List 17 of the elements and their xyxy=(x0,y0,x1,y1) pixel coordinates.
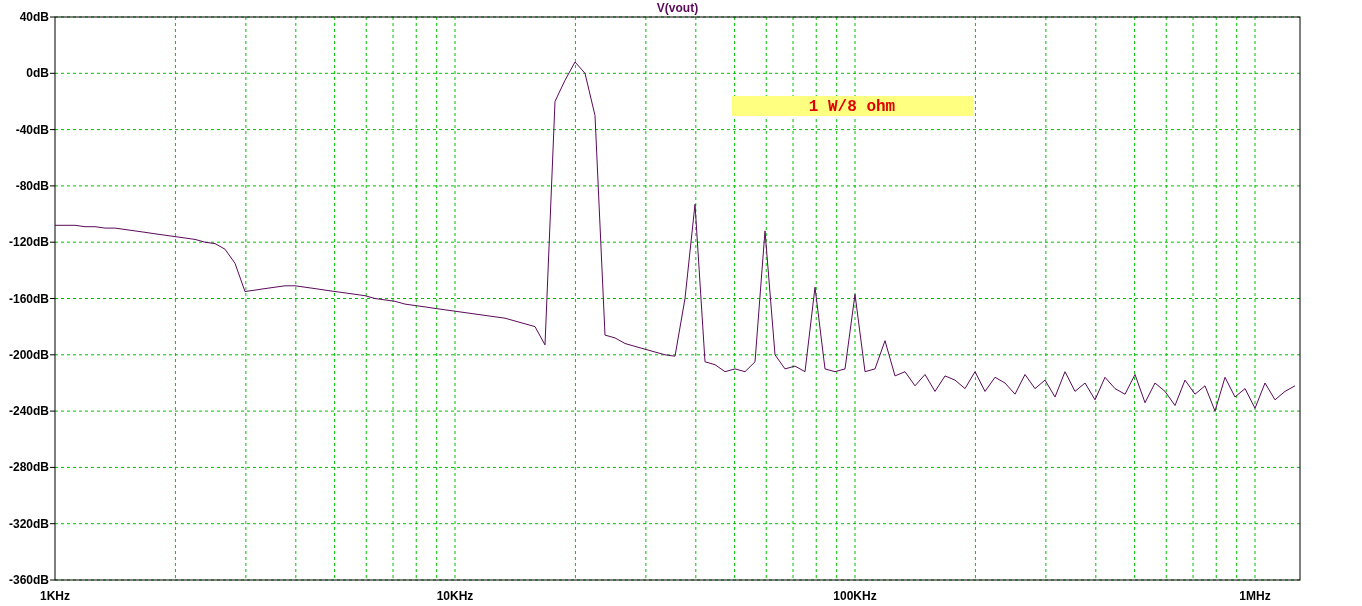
trace-name: V(vout) xyxy=(656,1,699,15)
axis-label: -280dB xyxy=(9,460,49,475)
axis-label: -200dB xyxy=(9,347,49,362)
axis-label: 10KHz xyxy=(436,589,474,603)
axis-label: -160dB xyxy=(9,291,49,306)
annotation-text: 1 W/8 ohm xyxy=(808,98,896,116)
axis-label: -320dB xyxy=(9,516,49,531)
axis-label: 0dB xyxy=(26,66,49,81)
axis-label: -40dB xyxy=(15,122,49,137)
axis-label: -80dB xyxy=(15,178,49,193)
axis-label: -120dB xyxy=(9,235,49,250)
axis-label: 100KHz xyxy=(833,589,877,603)
axis-label: 40dB xyxy=(19,10,49,24)
axis-label: 1MHz xyxy=(1239,589,1271,603)
axis-label: -240dB xyxy=(9,404,49,419)
axis-label: -360dB xyxy=(9,573,49,587)
axis-label: 1KHz xyxy=(40,589,70,603)
